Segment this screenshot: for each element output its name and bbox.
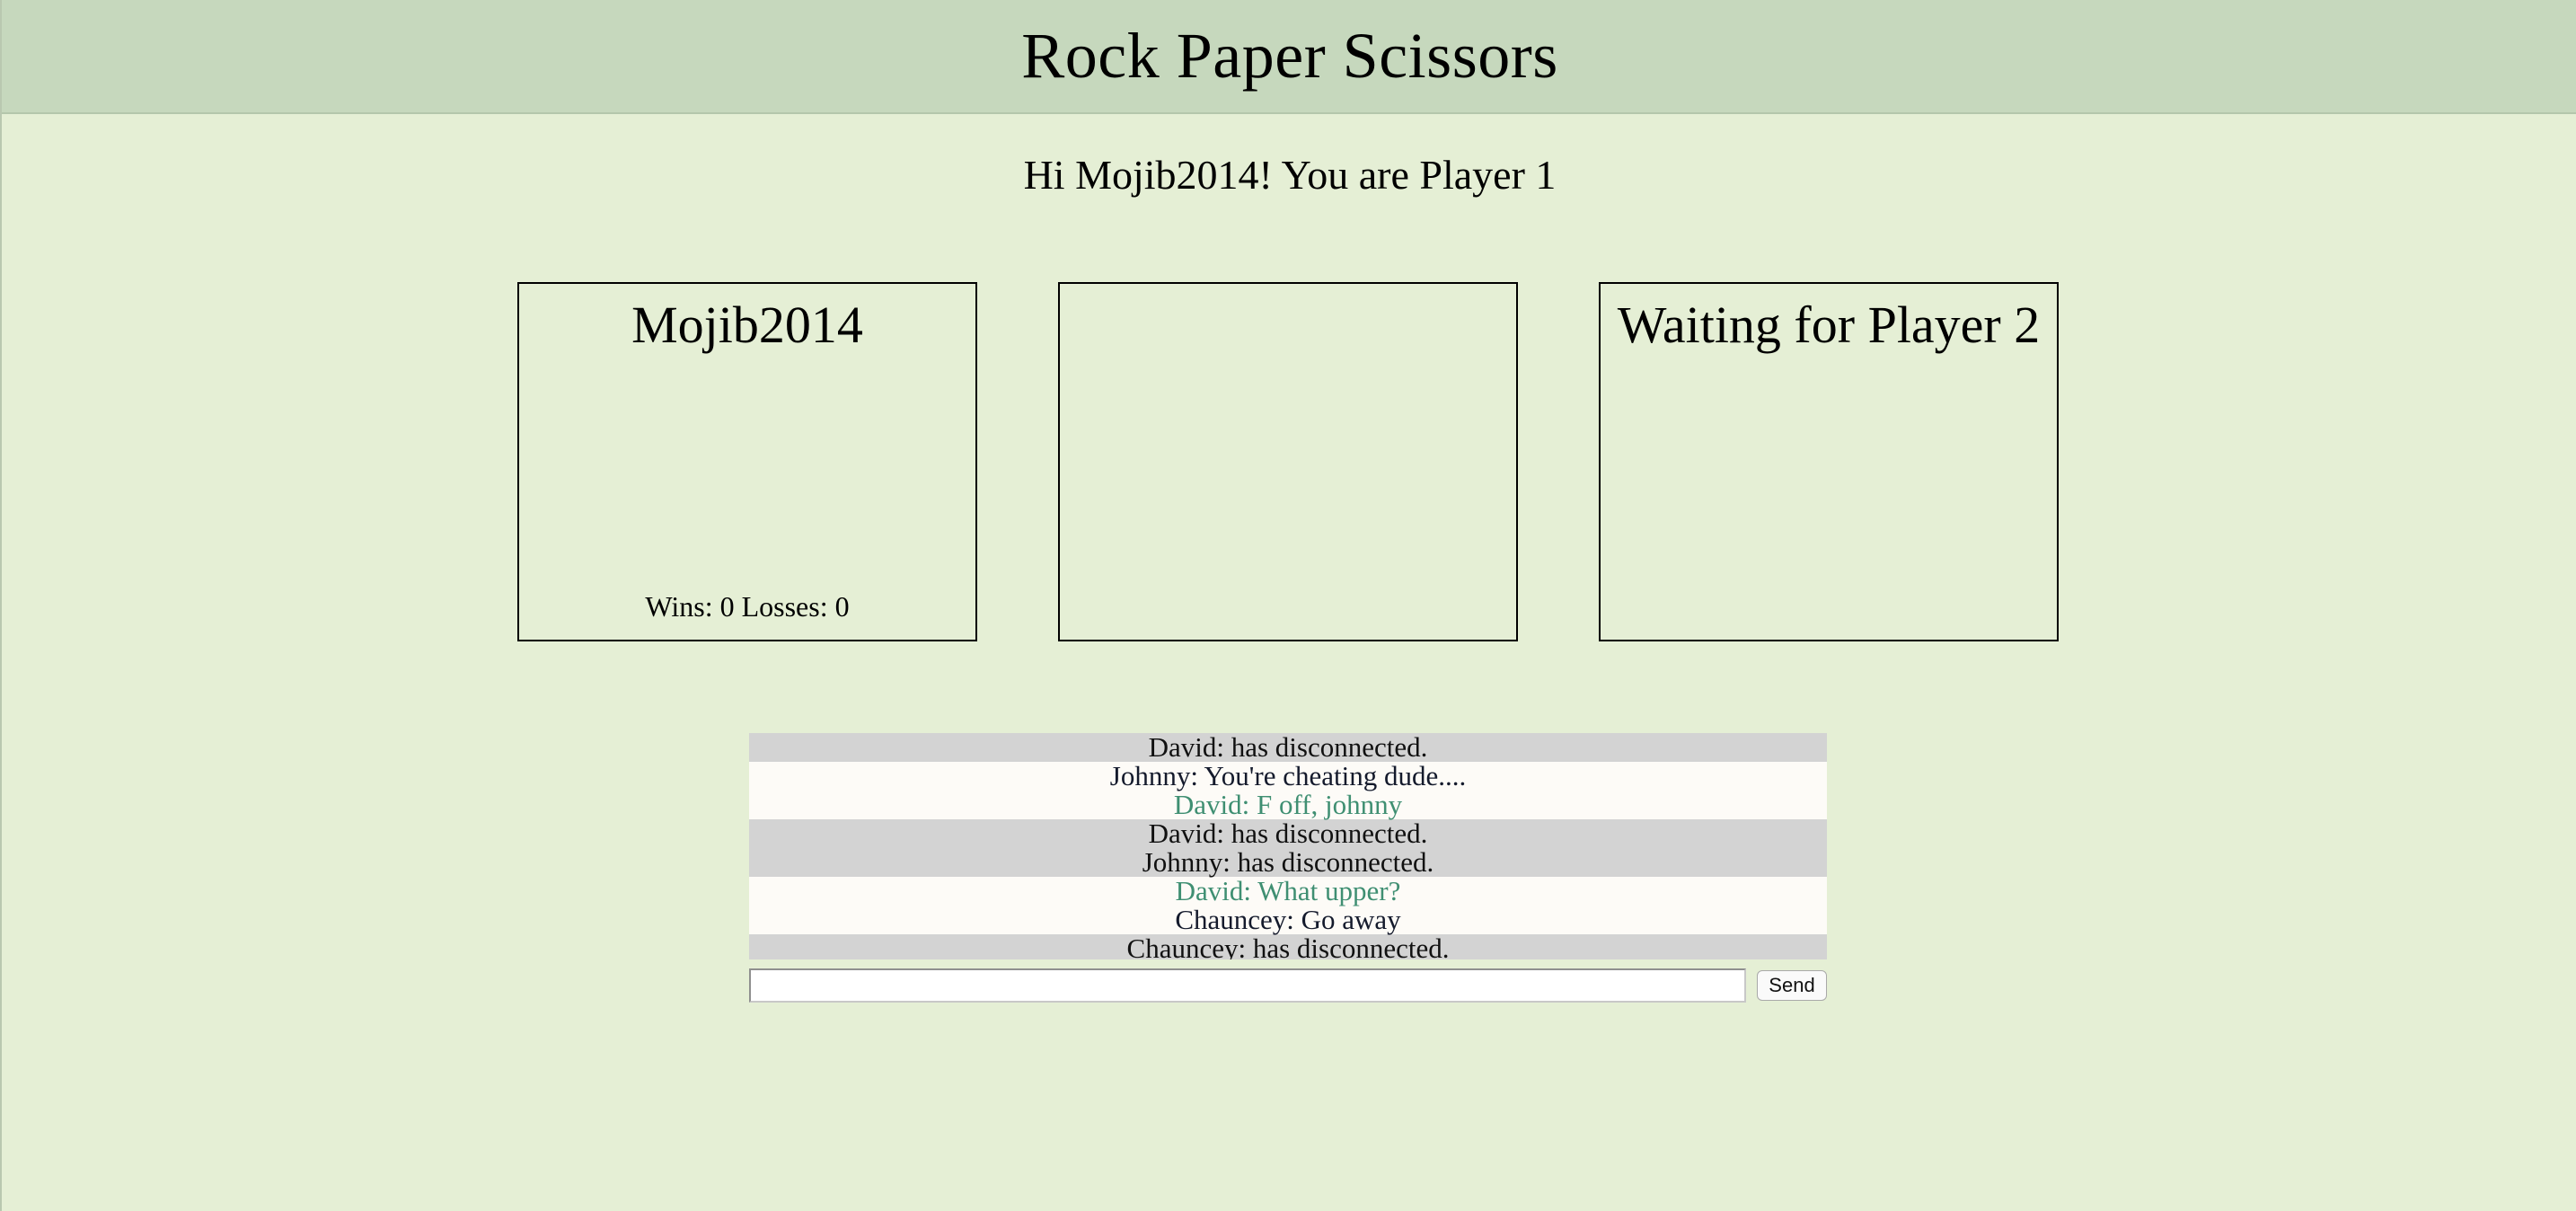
chat-message: Johnny: has disconnected. xyxy=(749,848,1827,877)
player-1-score: Wins: 0 Losses: 0 xyxy=(519,590,975,623)
chat-message: Johnny: You're cheating dude.... xyxy=(749,762,1827,791)
chat-message: David: What upper? xyxy=(749,877,1827,906)
wins-count: 0 xyxy=(719,590,735,623)
chat-log[interactable]: David: has disconnected. Johnny: You're … xyxy=(749,733,1827,959)
chat-message: David: has disconnected. xyxy=(749,733,1827,762)
player-1-name: Mojib2014 xyxy=(631,296,863,354)
chat-message: Chauncey: Go away xyxy=(749,906,1827,934)
chat-input[interactable] xyxy=(749,968,1746,1003)
chat-message: Chauncey: has disconnected. xyxy=(749,934,1827,959)
player-2-status: Waiting for Player 2 xyxy=(1617,296,2041,354)
send-button[interactable]: Send xyxy=(1757,970,1827,1001)
page-header: Rock Paper Scissors xyxy=(2,0,2576,114)
chat-form: Send xyxy=(749,968,1827,1003)
wins-label: Wins: xyxy=(645,590,713,623)
player-1-panel: Mojib2014 Wins: 0 Losses: 0 xyxy=(517,282,977,641)
page-title: Rock Paper Scissors xyxy=(1021,20,1558,92)
chat-message: David: F off, johnny xyxy=(749,791,1827,819)
chat-message: David: has disconnected. xyxy=(749,819,1827,848)
player-greeting: Hi Mojib2014! You are Player 1 xyxy=(1023,152,1557,198)
losses-count: 0 xyxy=(834,590,850,623)
losses-label: Losses: xyxy=(741,590,828,623)
player-2-panel: Waiting for Player 2 xyxy=(1599,282,2059,641)
result-panel xyxy=(1058,282,1518,641)
